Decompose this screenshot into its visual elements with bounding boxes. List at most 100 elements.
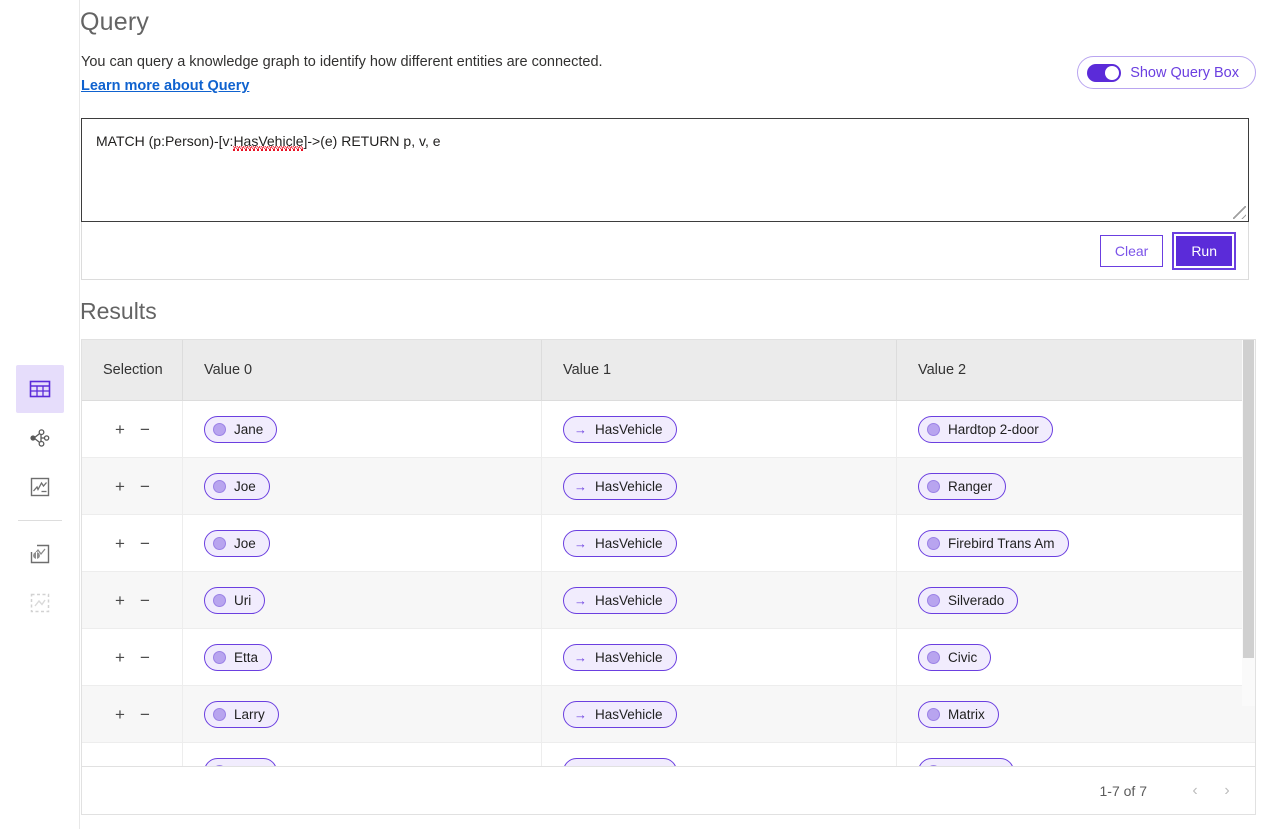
row-remove-button[interactable]: − — [140, 421, 150, 438]
arrow-right-icon: → — [574, 423, 587, 436]
entity-dot-icon — [213, 594, 226, 607]
table-scrollbar[interactable] — [1242, 340, 1255, 706]
results-title: Results — [80, 298, 157, 325]
entity-chip[interactable]: Etta — [204, 644, 272, 671]
value-1-cell: →HasVehicle — [542, 572, 897, 628]
row-add-button[interactable]: + — [115, 649, 125, 666]
value-1-cell: →HasVehicle — [542, 629, 897, 685]
chip-label: Larry — [234, 707, 265, 722]
chip-label: Matrix — [948, 707, 985, 722]
row-remove-button[interactable]: − — [140, 535, 150, 552]
value-0-cell: Larry — [183, 686, 542, 742]
entity-chip[interactable]: Joe — [204, 473, 270, 500]
relationship-chip[interactable]: →HasVehicle — [563, 758, 677, 768]
relationship-chip[interactable]: →HasVehicle — [563, 644, 677, 671]
row-add-button[interactable]: + — [115, 421, 125, 438]
selection-cell: +− — [82, 458, 183, 514]
entity-chip[interactable]: Jane — [204, 758, 277, 768]
table-row[interactable]: +− Etta →HasVehicle Civic — [82, 629, 1255, 686]
table-row[interactable]: +− Uri →HasVehicle Silverado — [82, 572, 1255, 629]
entity-dot-icon — [927, 423, 940, 436]
table-row[interactable]: +− Joe →HasVehicle Firebird Trans Am — [82, 515, 1255, 572]
sidebar-item-map-pin-view[interactable] — [16, 530, 64, 578]
entity-chip[interactable]: Mustang — [918, 758, 1014, 768]
page-description: You can query a knowledge graph to ident… — [81, 54, 603, 70]
row-remove-button[interactable]: − — [140, 478, 150, 495]
table-row[interactable]: +− Jane → HasVehicle Hardtop 2-door — [82, 401, 1255, 458]
query-page: Query You can query a knowledge graph to… — [0, 0, 1265, 829]
selection-cell: +− — [82, 572, 183, 628]
row-add-button[interactable]: + — [115, 478, 125, 495]
value-2-cell: Silverado — [897, 572, 1255, 628]
query-text-before: MATCH (p:Person)-[v: — [96, 133, 233, 149]
page-title: Query — [80, 8, 149, 37]
relationship-chip[interactable]: →HasVehicle — [563, 587, 677, 614]
relationship-chip[interactable]: →HasVehicle — [563, 473, 677, 500]
row-add-button[interactable]: + — [115, 706, 125, 723]
relationship-chip[interactable]: →HasVehicle — [563, 530, 677, 557]
table-row[interactable]: +− Jane →HasVehicle Mustang — [82, 743, 1255, 767]
entity-chip[interactable]: Larry — [204, 701, 279, 728]
entity-dot-icon — [213, 480, 226, 493]
value-1-cell: →HasVehicle — [542, 515, 897, 571]
toggle-switch[interactable] — [1087, 64, 1121, 82]
chip-label: Civic — [948, 650, 977, 665]
value-2-cell: Mustang — [897, 743, 1255, 767]
entity-chip[interactable]: Silverado — [918, 587, 1018, 614]
entity-chip[interactable]: Matrix — [918, 701, 999, 728]
relationship-chip[interactable]: → HasVehicle — [563, 416, 677, 443]
entity-dot-icon — [927, 537, 940, 550]
clear-button[interactable]: Clear — [1100, 235, 1163, 267]
pagination-next-button[interactable]: › — [1211, 775, 1243, 807]
row-add-button[interactable]: + — [115, 535, 125, 552]
row-remove-button[interactable]: − — [140, 592, 150, 609]
entity-chip[interactable]: Ranger — [918, 473, 1006, 500]
entity-dot-icon — [927, 708, 940, 721]
entity-dot-icon — [213, 537, 226, 550]
chip-label: HasVehicle — [595, 479, 663, 494]
value-2-cell: Civic — [897, 629, 1255, 685]
pagination-prev-button[interactable]: ‹ — [1179, 775, 1211, 807]
chip-label: HasVehicle — [595, 707, 663, 722]
arrow-right-icon: → — [574, 537, 587, 550]
show-query-box-toggle[interactable]: Show Query Box — [1077, 56, 1256, 89]
entity-chip[interactable]: Firebird Trans Am — [918, 530, 1069, 557]
node-graph-icon — [29, 427, 51, 449]
learn-more-link[interactable]: Learn more about Query — [81, 78, 249, 94]
arrow-right-icon: → — [574, 651, 587, 664]
column-header-value-2: Value 2 — [897, 340, 1255, 400]
map-region-icon — [30, 477, 50, 497]
table-row[interactable]: +− Joe →HasVehicle Ranger — [82, 458, 1255, 515]
entity-chip[interactable]: Jane — [204, 416, 277, 443]
sidebar-item-graph-view[interactable] — [16, 414, 64, 462]
resize-grip-icon[interactable] — [1233, 206, 1246, 219]
entity-chip[interactable]: Civic — [918, 644, 991, 671]
sidebar-item-empty-view[interactable] — [16, 579, 64, 627]
value-0-cell: Uri — [183, 572, 542, 628]
entity-chip[interactable]: Uri — [204, 587, 265, 614]
table-header-row: Selection Value 0 Value 1 Value 2 — [82, 340, 1255, 401]
selection-cell: +− — [82, 743, 183, 767]
query-box: MATCH (p:Person)-[v:HasVehicle]->(e) RET… — [81, 118, 1249, 280]
table-scrollbar-thumb[interactable] — [1243, 340, 1254, 658]
row-remove-button[interactable]: − — [140, 649, 150, 666]
entity-chip[interactable]: Hardtop 2-door — [918, 416, 1053, 443]
relationship-chip[interactable]: →HasVehicle — [563, 701, 677, 728]
entity-chip[interactable]: Joe — [204, 530, 270, 557]
table-row[interactable]: +− Larry →HasVehicle Matrix — [82, 686, 1255, 743]
chip-label: Etta — [234, 650, 258, 665]
query-input[interactable]: MATCH (p:Person)-[v:HasVehicle]->(e) RET… — [81, 118, 1249, 222]
value-0-cell: Etta — [183, 629, 542, 685]
chip-label: HasVehicle — [595, 422, 663, 437]
run-button[interactable]: Run — [1176, 236, 1232, 266]
chip-label: Jane — [234, 422, 263, 437]
query-text-after: ]->(e) RETURN p, v, e — [303, 133, 440, 149]
table-footer: 1-7 of 7 ‹ › — [81, 767, 1256, 815]
results-table: Selection Value 0 Value 1 Value 2 +−Jane… — [81, 339, 1256, 767]
entity-dot-icon — [213, 651, 226, 664]
row-add-button[interactable]: + — [115, 592, 125, 609]
sidebar-item-table-view[interactable] — [16, 365, 64, 413]
row-remove-button[interactable]: − — [140, 706, 150, 723]
sidebar-item-map-view[interactable] — [16, 463, 64, 511]
chip-label: Ranger — [948, 479, 992, 494]
